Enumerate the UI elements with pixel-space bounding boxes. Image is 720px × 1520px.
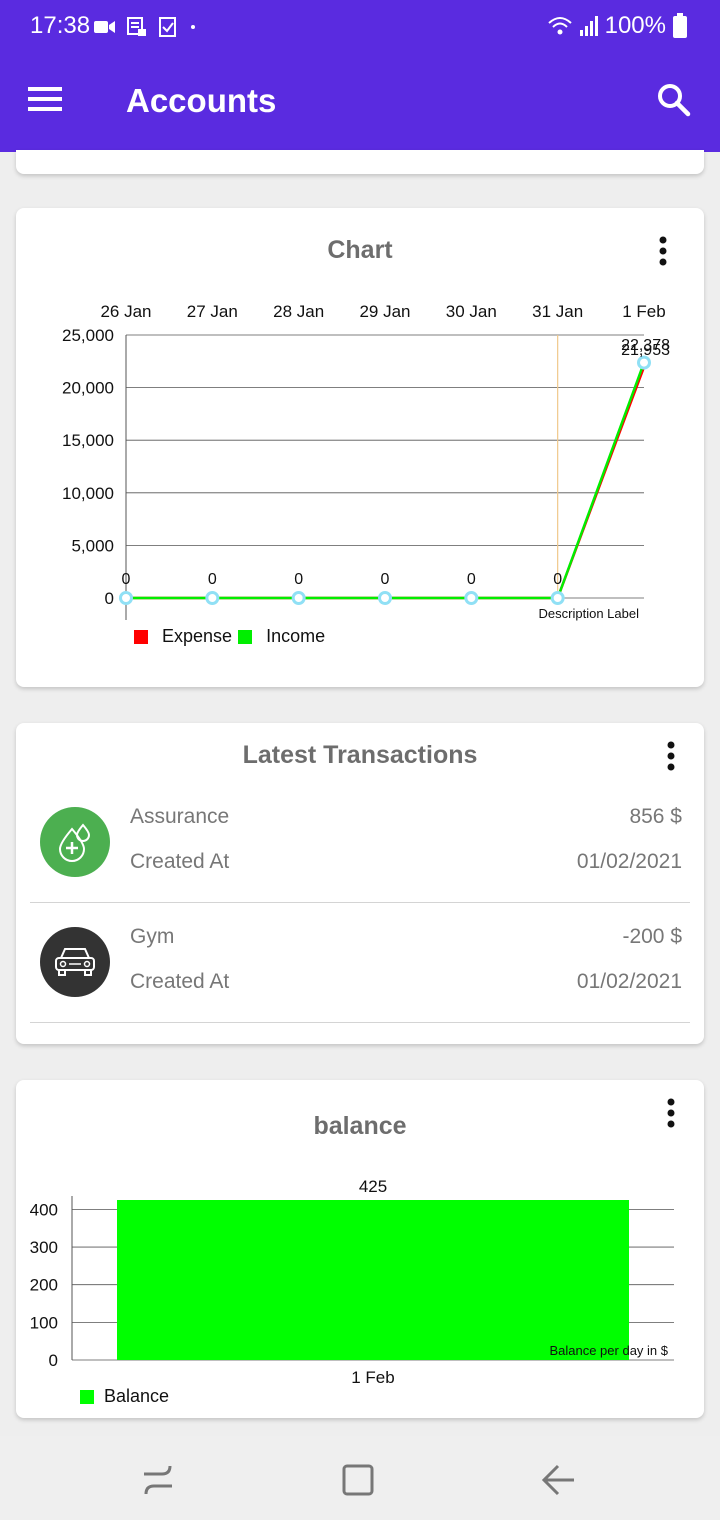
sync-icon [127,17,146,36]
x-tick-label: 26 Jan [100,302,151,321]
data-point [119,591,133,605]
transaction-name: Gym [130,925,175,948]
y-tick-label: 200 [30,1276,58,1295]
x-tick-label: 1 Feb [351,1368,394,1387]
y-tick-label: 10,000 [62,484,114,503]
home-button[interactable] [338,1460,378,1500]
data-label: 0 [553,571,562,588]
legend-swatch-expense [134,629,148,644]
transaction-date: 01/02/2021 [576,850,682,873]
x-tick-label: 1 Feb [622,302,665,321]
home-icon [342,1464,374,1496]
x-tick-label: 30 Jan [446,302,497,321]
transaction-created-label: Created At [130,850,230,873]
y-tick-label: 25,000 [62,326,114,345]
hamburger-menu-icon [28,87,62,111]
transaction-amount: -200 $ [622,925,682,948]
transaction-row[interactable]: Gym Created At -200 $ 01/02/2021 [30,903,690,1023]
app-bar: Accounts [0,56,720,152]
back-button[interactable] [538,1460,578,1500]
transaction-amount: 856 $ [629,805,682,828]
wifi-icon [547,17,572,35]
data-point [291,591,306,605]
transaction-date: 01/02/2021 [576,970,682,993]
page-title: Accounts [126,82,277,119]
y-tick-label: 400 [30,1200,58,1219]
balance-legend: Balance [80,1386,169,1407]
data-label: 425 [359,1177,387,1196]
transaction-row[interactable]: Assurance Created At 856 $ 01/02/2021 [30,783,690,903]
data-point [205,591,220,605]
transaction-avatar [40,807,110,877]
recents-button[interactable] [138,1460,178,1500]
search-icon [658,84,691,117]
menu-button[interactable] [28,84,72,124]
transactions-card-title: Latest Transactions [242,741,478,769]
y-tick-label: 300 [30,1238,58,1257]
description-label: Description Label [539,606,640,621]
system-nav-bar [0,1436,720,1520]
data-label: 0 [381,571,390,588]
battery-percentage: 100% [604,12,666,39]
transactions-card: Latest Transactions Assurance Created At… [16,723,704,1044]
chart-legend: Expense Income [134,626,325,647]
transaction-created-label: Created At [130,970,230,993]
bar [117,1200,629,1360]
legend-label-expense: Expense [162,626,233,646]
data-label: 0 [467,571,476,588]
series-line-income [126,362,646,600]
data-label: 0 [122,571,131,588]
checklist-icon [159,17,176,37]
data-label: 0 [294,571,303,588]
y-tick-label: 0 [105,589,114,608]
data-point [550,591,565,605]
data-point [464,591,479,605]
description-label: Balance per day in $ [549,1343,668,1358]
search-button[interactable] [654,80,698,124]
health-drop-icon [58,823,91,862]
transaction-avatar [40,927,110,997]
x-tick-label: 27 Jan [187,302,238,321]
legend-swatch-balance [80,1389,94,1404]
back-icon [541,1464,574,1496]
y-tick-label: 5,000 [71,536,114,555]
car-icon [55,948,95,976]
battery-icon [673,13,687,38]
signal-icon [579,16,598,36]
status-bar: 17:38 100% [0,0,720,56]
data-point [378,591,392,605]
x-tick-label: 29 Jan [359,302,410,321]
notification-dot-icon [191,25,195,29]
y-tick-label: 15,000 [62,431,114,450]
legend-swatch-income [238,629,253,644]
more-vert-icon [667,741,675,771]
previous-card [16,150,704,174]
x-tick-label: 28 Jan [273,302,324,321]
status-time: 17:38 [30,12,91,39]
legend-label-income: Income [266,626,326,646]
line-chart: 0 5,000 10,000 15,000 20,000 25,000 26 Jan 27 J… [62,302,670,621]
x-tick-label: 31 Jan [532,302,583,321]
series-line-expense [126,366,646,600]
balance-card: balance 0 100 200 300 400 425 1 Feb Balance per… [16,1080,704,1418]
chart-card: Chart 0 5,000 10,000 15,000 20,000 25,000 26 J… [16,208,704,687]
y-tick-label: 100 [30,1313,58,1332]
data-label: 21,953 [621,342,670,359]
recents-icon [144,1465,172,1495]
y-tick-label: 0 [49,1351,58,1370]
transactions-card-more-button[interactable] [656,737,686,777]
y-tick-label: 20,000 [62,379,114,398]
bar-chart: 0 100 200 300 400 425 1 Feb Balance per day in … [30,1177,674,1387]
data-label: 0 [208,571,217,588]
transaction-name: Assurance [130,805,230,828]
video-camera-icon [94,21,115,33]
legend-label-balance: Balance [104,1386,170,1406]
